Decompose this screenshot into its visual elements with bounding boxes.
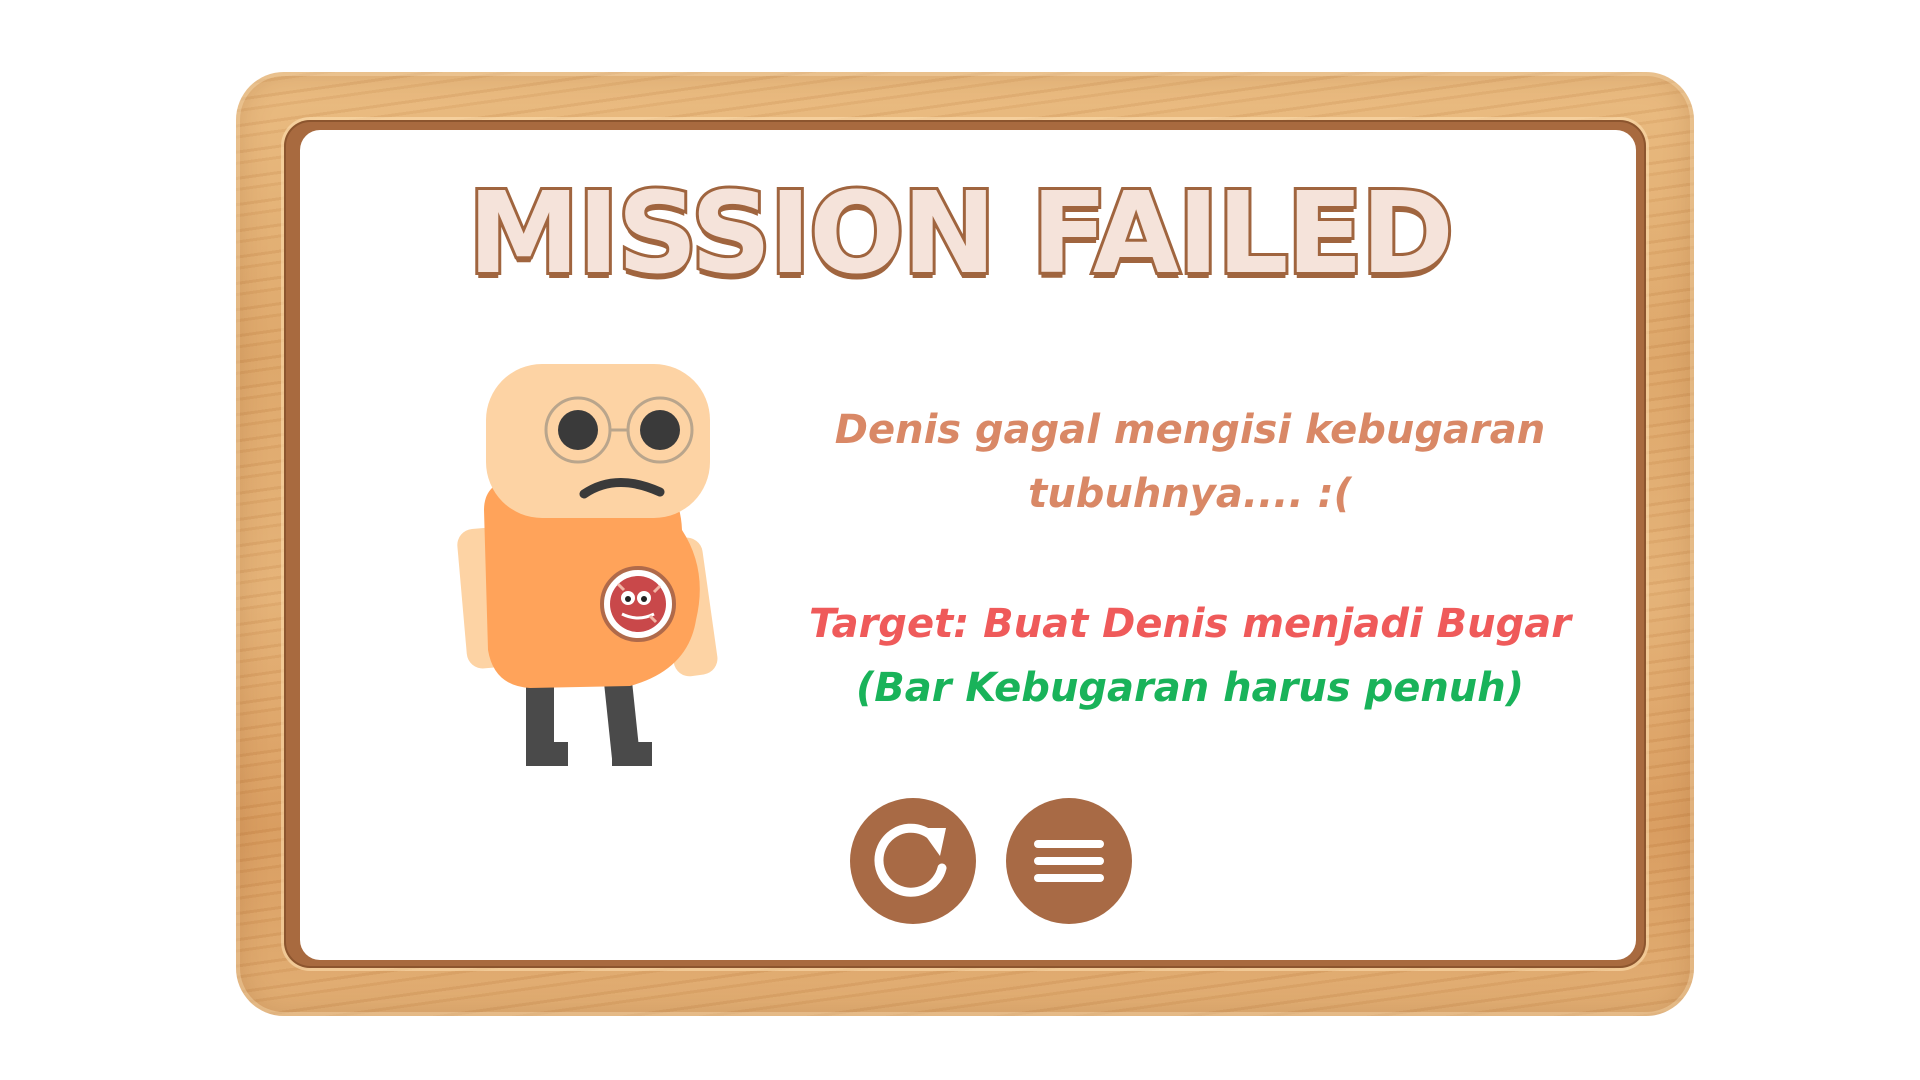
- game-screen: MISSION FAILED Denis gagal mengisi kebug…: [0, 0, 1920, 1080]
- mission-failed-title: MISSION FAILED: [465, 169, 1457, 299]
- failure-message: Denis gagal mengisi kebugaran tubuhnya..…: [800, 398, 1580, 526]
- restart-icon: [874, 823, 947, 897]
- germ-badge-icon: [600, 566, 676, 642]
- menu-button[interactable]: [1006, 798, 1132, 924]
- restart-button[interactable]: [850, 798, 976, 924]
- target-text: Target: Buat Denis menjadi Bugar: [809, 601, 1571, 647]
- failure-message-line-2: tubuhnya.... :(: [1028, 471, 1352, 517]
- failure-message-line-1: Denis gagal mengisi kebugaran: [834, 407, 1546, 453]
- denis-character: [450, 360, 740, 784]
- menu-icon: [1034, 840, 1104, 882]
- hint-text: (Bar Kebugaran harus penuh): [855, 665, 1525, 711]
- character-legs: [526, 678, 652, 766]
